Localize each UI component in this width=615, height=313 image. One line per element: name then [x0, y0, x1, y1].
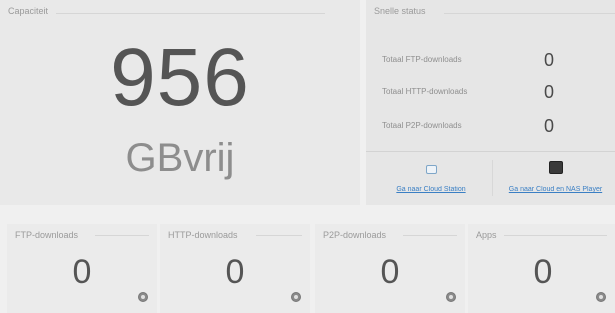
- stat-label-ftp: Totaal FTP-downloads: [382, 55, 462, 64]
- tile-apps: Apps 0: [468, 224, 615, 313]
- tile-title-rule: [95, 235, 149, 236]
- cloud-station-link[interactable]: Ga naar Cloud Station: [376, 161, 486, 201]
- free-space-unit: GBvrij: [125, 136, 235, 180]
- tile-title-ftp: FTP-downloads: [15, 230, 79, 240]
- tile-title-rule: [504, 235, 607, 236]
- status-panel: Snelle status Totaal FTP-downloads 0 Tot…: [366, 0, 615, 205]
- cloud-station-link-text[interactable]: Ga naar Cloud Station: [376, 186, 486, 193]
- tile-p2p-downloads: P2P-downloads 0: [315, 224, 465, 313]
- stat-label-http: Totaal HTTP-downloads: [382, 87, 468, 96]
- stat-row-p2p: Totaal P2P-downloads 0: [382, 116, 615, 136]
- status-divider: [366, 151, 615, 152]
- tile-ftp-downloads: FTP-downloads 0: [7, 224, 157, 313]
- stat-value-ftp: 0: [544, 50, 555, 70]
- stat-row-http: Totaal HTTP-downloads 0: [382, 82, 615, 102]
- tile-title-rule: [403, 235, 457, 236]
- capacity-title-rule: [56, 13, 325, 14]
- tile-value-apps: 0: [533, 253, 553, 291]
- tile-title-p2p: P2P-downloads: [323, 230, 387, 240]
- stat-row-ftp: Totaal FTP-downloads 0: [382, 50, 615, 70]
- stat-value-p2p: 0: [544, 116, 555, 136]
- tile-http-downloads: HTTP-downloads 0: [160, 224, 310, 313]
- capacity-title: Capaciteit: [8, 6, 49, 16]
- tile-title-http: HTTP-downloads: [168, 230, 238, 240]
- capacity-panel: Capaciteit 956 GBvrij: [0, 0, 360, 205]
- tile-title-apps: Apps: [476, 230, 497, 240]
- stat-label-p2p: Totaal P2P-downloads: [382, 121, 462, 130]
- links-divider: [492, 160, 493, 196]
- stat-value-http: 0: [544, 82, 555, 102]
- tile-value-http: 0: [225, 253, 245, 291]
- tile-title-rule: [256, 235, 302, 236]
- gear-icon[interactable]: [446, 292, 456, 302]
- tile-value-ftp: 0: [72, 253, 92, 291]
- status-title-rule: [444, 13, 615, 14]
- nas-player-link[interactable]: Ga naar Cloud en NAS Player: [496, 161, 615, 201]
- free-space-value: 956: [110, 32, 250, 123]
- cloud-station-icon: [425, 165, 437, 174]
- tile-value-p2p: 0: [380, 253, 400, 291]
- nas-player-link-text[interactable]: Ga naar Cloud en NAS Player: [496, 186, 615, 193]
- status-title: Snelle status: [374, 6, 426, 16]
- nas-player-icon: [548, 161, 563, 174]
- gear-icon[interactable]: [596, 292, 606, 302]
- gear-icon[interactable]: [291, 292, 301, 302]
- gear-icon[interactable]: [138, 292, 148, 302]
